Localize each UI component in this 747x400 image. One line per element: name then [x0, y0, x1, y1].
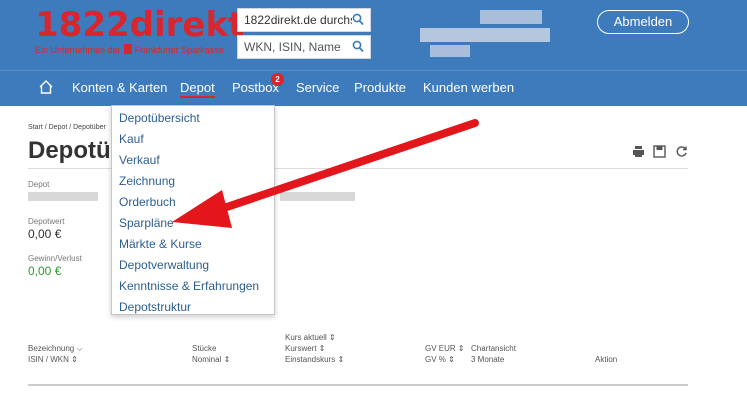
table-header-chart[interactable]: Chartansicht 3 Monate	[471, 343, 516, 365]
redacted-depot-owner	[280, 192, 355, 201]
menu-item-depotstruktur[interactable]: Depotstruktur	[119, 300, 191, 314]
menu-item-maerkte-kurse[interactable]: Märkte & Kurse	[119, 237, 202, 251]
security-search-input[interactable]: WKN, ISIN, Name	[237, 35, 371, 59]
depot-label: Depot	[28, 180, 50, 189]
nav-produkte[interactable]: Produkte	[354, 80, 406, 95]
redacted-depot-number	[28, 192, 98, 201]
menu-item-orderbuch[interactable]: Orderbuch	[119, 195, 176, 209]
col-kurswert: Kurswert	[285, 344, 317, 353]
col-chartansicht: Chartansicht	[471, 344, 516, 353]
search-icon[interactable]	[352, 40, 364, 54]
depot-dropdown-menu: Depotübersicht Kauf Verkauf Zeichnung Or…	[111, 105, 275, 315]
depotwert-value: 0,00 €	[28, 227, 62, 241]
menu-item-verkauf[interactable]: Verkauf	[119, 153, 160, 167]
sparkasse-icon	[123, 44, 132, 54]
logo-subtitle: Ein Unternehmen der Frankfurter Sparkasse	[35, 44, 244, 55]
logo[interactable]: 1822direkt Ein Unternehmen der Frankfurte…	[35, 8, 244, 55]
col-bezeichnung: Bezeichnung	[28, 344, 75, 353]
site-search-input[interactable]: 1822direkt.de durchs	[237, 8, 371, 32]
search-icon[interactable]	[352, 13, 364, 27]
menu-item-depotuebersicht[interactable]: Depotübersicht	[119, 111, 200, 125]
nav-depot[interactable]: Depot	[180, 80, 215, 98]
redacted-user-info	[480, 10, 542, 24]
menu-item-zeichnung[interactable]: Zeichnung	[119, 174, 175, 188]
main-nav: Konten & Karten Depot Postbox Service Pr…	[0, 70, 747, 106]
nav-konten-karten[interactable]: Konten & Karten	[72, 80, 167, 95]
redacted-user-info	[420, 28, 550, 42]
col-gv-percent: GV %	[425, 355, 446, 364]
logo-subtitle-left: Ein Unternehmen der	[35, 45, 121, 55]
col-einstandskurs: Einstandskurs	[285, 355, 336, 364]
logout-button[interactable]: Abmelden	[597, 10, 689, 34]
page-title: Depotük	[28, 137, 124, 164]
save-icon[interactable]	[653, 145, 667, 158]
breadcrumb[interactable]: Start / Depot / Depotüber	[28, 124, 106, 131]
menu-item-kauf[interactable]: Kauf	[119, 132, 144, 146]
menu-item-sparplaene[interactable]: Sparpläne	[119, 216, 174, 230]
nav-kunden-werben[interactable]: Kunden werben	[423, 80, 514, 95]
security-search-placeholder: WKN, ISIN, Name	[244, 40, 341, 54]
logo-subtitle-right: Frankfurter Sparkasse	[134, 45, 224, 55]
site-search-value: 1822direkt.de durchs	[244, 13, 352, 27]
logo-text: 1822direkt	[35, 5, 245, 45]
col-stuecke: Stücke	[192, 344, 217, 353]
col-kurs-aktuell: Kurs aktuell	[285, 333, 327, 342]
refresh-icon[interactable]	[675, 145, 688, 158]
nav-service[interactable]: Service	[296, 80, 339, 95]
table-header-stuecke[interactable]: Stücke Nominal ⇕	[192, 343, 230, 365]
table-header-bezeichnung[interactable]: Bezeichnung ⌵ ISIN / WKN ⇕	[28, 343, 83, 365]
table-divider	[28, 384, 688, 386]
print-icon[interactable]	[632, 145, 645, 158]
home-icon[interactable]	[38, 79, 54, 95]
table-header-kurs[interactable]: Kurs aktuell ⇕ Kurswert ⇕ Einstandskurs ⇕	[285, 332, 344, 365]
header: 1822direkt Ein Unternehmen der Frankfurte…	[0, 0, 747, 70]
col-3-monate: 3 Monate	[471, 355, 505, 364]
col-gv-eur: GV EUR	[425, 344, 456, 353]
redacted-user-info	[430, 45, 470, 57]
menu-item-depotverwaltung[interactable]: Depotverwaltung	[119, 258, 209, 272]
depotwert-label: Depotwert	[28, 217, 65, 226]
gewinn-value: 0,00 €	[28, 264, 62, 278]
col-nominal: Nominal	[192, 355, 222, 364]
menu-item-kenntnisse[interactable]: Kenntnisse & Erfahrungen	[119, 279, 259, 293]
gewinn-label: Gewinn/Verlust	[28, 254, 82, 263]
page-tools	[632, 145, 692, 163]
postbox-badge: 2	[271, 73, 284, 86]
col-aktion: Aktion	[595, 355, 618, 364]
col-isin-wkn: ISIN / WKN	[28, 355, 69, 364]
table-header-gv[interactable]: GV EUR ⇕ GV % ⇕	[425, 343, 465, 365]
